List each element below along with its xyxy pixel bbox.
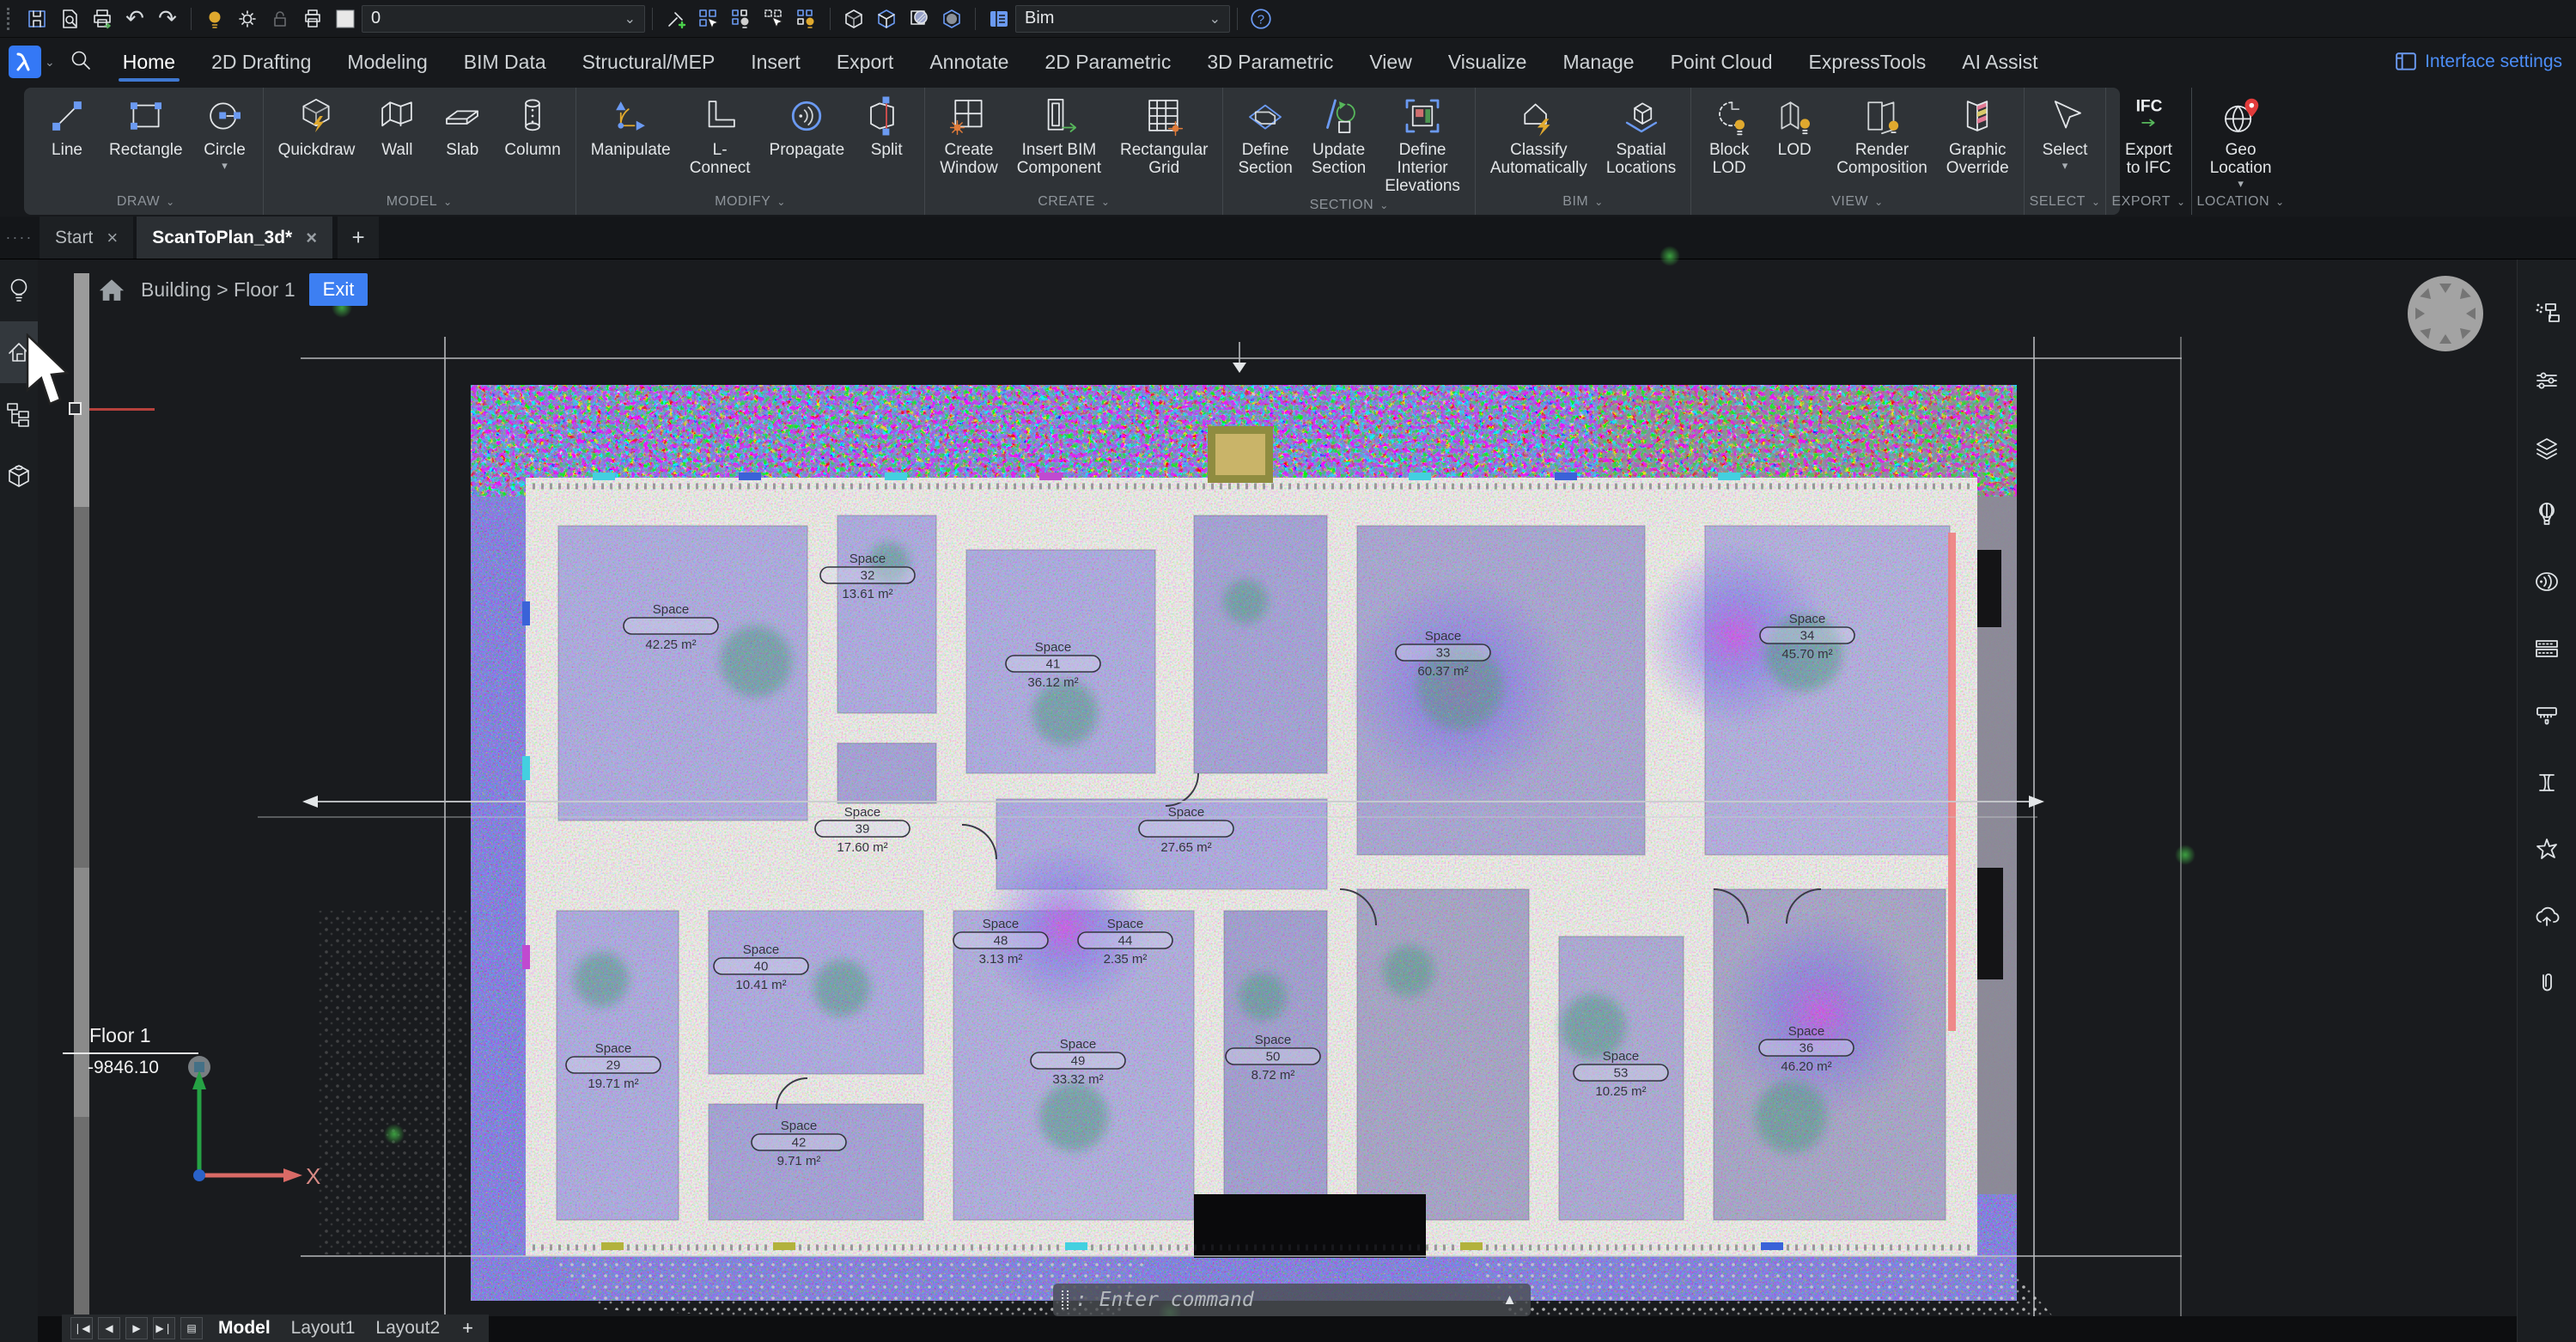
home-icon[interactable]: [96, 275, 127, 304]
floor-elevation: -9846.10: [88, 1058, 159, 1077]
svg-text:Space: Space: [1255, 1033, 1292, 1047]
layout-tab-layout2[interactable]: Layout2: [365, 1318, 450, 1339]
svg-text:53: 53: [1614, 1066, 1629, 1081]
svg-text:10.25 m²: 10.25 m²: [1595, 1084, 1646, 1099]
right-rail-attachments-icon[interactable]: [2518, 950, 2576, 1017]
floor-name: Floor 1: [89, 1024, 151, 1046]
next-layout-button[interactable]: ▶: [125, 1317, 148, 1339]
layout-tab-layout1[interactable]: Layout1: [281, 1318, 366, 1339]
svg-text:Space: Space: [1060, 1037, 1097, 1052]
svg-text:Space: Space: [781, 1119, 818, 1133]
command-line[interactable]: : Enter command ▲: [1053, 1284, 1531, 1316]
svg-text:Space: Space: [743, 942, 780, 957]
layout-list-button[interactable]: ▤: [180, 1317, 203, 1339]
command-history-toggle[interactable]: ▲: [1502, 1291, 1517, 1308]
svg-text:49: 49: [1071, 1054, 1086, 1069]
svg-text:9.71 m²: 9.71 m²: [777, 1154, 821, 1168]
svg-text:33: 33: [1436, 646, 1451, 661]
right-rail-render-icon[interactable]: [2518, 481, 2576, 548]
right-rail-profiles-icon[interactable]: [2518, 749, 2576, 816]
right-rail-propagate-icon[interactable]: [2518, 548, 2576, 615]
right-rail-layers-icon[interactable]: [2518, 414, 2576, 481]
svg-text:50: 50: [1266, 1050, 1281, 1064]
prev-layout-button[interactable]: ◀: [98, 1317, 120, 1339]
left-rail-lightbulb-icon[interactable]: [0, 259, 38, 321]
svg-text:Space: Space: [1107, 917, 1144, 931]
right-rail-pointcloud-icon[interactable]: [2518, 615, 2576, 682]
svg-text:17.60 m²: 17.60 m²: [837, 840, 887, 855]
right-rail-cloudupload-icon[interactable]: [2518, 883, 2576, 950]
section-plane-line: [89, 408, 155, 411]
svg-text:29: 29: [606, 1058, 621, 1073]
ucs-x-label: X: [306, 1163, 320, 1189]
svg-text:32: 32: [861, 569, 875, 583]
svg-text:Space: Space: [1425, 629, 1462, 644]
svg-text:8.72 m²: 8.72 m²: [1251, 1068, 1295, 1083]
svg-text:Space: Space: [1035, 640, 1072, 655]
navigation-wheel[interactable]: [2408, 276, 2483, 351]
svg-text:44: 44: [1118, 934, 1133, 949]
svg-text:45.70 m²: 45.70 m²: [1781, 647, 1832, 662]
svg-text:40: 40: [754, 960, 769, 974]
svg-text:Space: Space: [653, 602, 690, 617]
svg-text:34: 34: [1800, 629, 1815, 644]
application-window: Space 42.25 m² Space 32 13.61 m² Space 41 36.12…: [0, 0, 2576, 1342]
panel-splitter[interactable]: [74, 273, 89, 1316]
svg-text:46.20 m²: 46.20 m²: [1781, 1059, 1831, 1074]
right-rail-materials-icon[interactable]: [2518, 682, 2576, 749]
right-rail-structure-icon[interactable]: [2518, 280, 2576, 347]
command-input-placeholder: Enter command: [1099, 1289, 1254, 1311]
floor-indicator: Floor 1 -9846.10: [63, 1024, 198, 1078]
right-rail-favorites-icon[interactable]: [2518, 816, 2576, 883]
svg-text:60.37 m²: 60.37 m²: [1417, 664, 1468, 679]
first-layout-button[interactable]: ❘◀: [70, 1317, 93, 1339]
drawing-canvas[interactable]: Space 42.25 m² Space 32 13.61 m² Space 41 36.12…: [0, 0, 2576, 1342]
svg-text:Space: Space: [1603, 1049, 1640, 1064]
left-rail-component-box-icon[interactable]: [0, 445, 38, 507]
svg-text:Space: Space: [983, 917, 1020, 931]
svg-text:Space: Space: [850, 552, 886, 566]
svg-text:Space: Space: [1788, 1024, 1825, 1039]
last-layout-button[interactable]: ▶❘: [153, 1317, 175, 1339]
svg-text:42: 42: [792, 1136, 807, 1150]
exit-button[interactable]: Exit: [308, 273, 368, 306]
mouse-cursor: [26, 333, 70, 406]
svg-text:Space: Space: [595, 1041, 632, 1056]
svg-text:3.13 m²: 3.13 m²: [979, 952, 1023, 967]
add-layout-button[interactable]: +: [455, 1317, 480, 1339]
ucs-axis-icon: X: [188, 1056, 320, 1189]
breadcrumb-path: Building > Floor 1: [141, 278, 295, 301]
svg-text:41: 41: [1046, 657, 1061, 672]
right-panel-rail: [2517, 259, 2576, 1342]
svg-text:39: 39: [856, 822, 870, 837]
svg-text:27.65 m²: 27.65 m²: [1160, 840, 1211, 855]
svg-text:36.12 m²: 36.12 m²: [1027, 675, 1078, 690]
svg-text:36: 36: [1800, 1041, 1814, 1056]
right-rail-adjust-icon[interactable]: [2518, 347, 2576, 414]
breadcrumb: Building > Floor 1 Exit: [96, 273, 368, 306]
layout-tab-model[interactable]: Model: [208, 1318, 281, 1339]
svg-text:2.35 m²: 2.35 m²: [1104, 952, 1148, 967]
command-line-grip[interactable]: [1062, 1290, 1069, 1309]
svg-text:42.25 m²: 42.25 m²: [645, 637, 696, 652]
svg-text:19.71 m²: 19.71 m²: [588, 1077, 638, 1091]
left-panel-rail: [0, 259, 38, 1342]
svg-text:10.41 m²: 10.41 m²: [735, 978, 786, 992]
svg-text:13.61 m²: 13.61 m²: [842, 587, 892, 601]
svg-text:Space: Space: [1789, 612, 1826, 626]
svg-text:48: 48: [994, 934, 1008, 949]
point-cloud-floorplan: Space 42.25 m² Space 32 13.61 m² Space 41 36.12…: [318, 385, 2053, 1333]
svg-text:33.32 m²: 33.32 m²: [1052, 1072, 1103, 1087]
layout-tab-bar: ❘◀ ◀ ▶ ▶❘ ▤ Model Layout1 Layout2 +: [62, 1315, 489, 1342]
